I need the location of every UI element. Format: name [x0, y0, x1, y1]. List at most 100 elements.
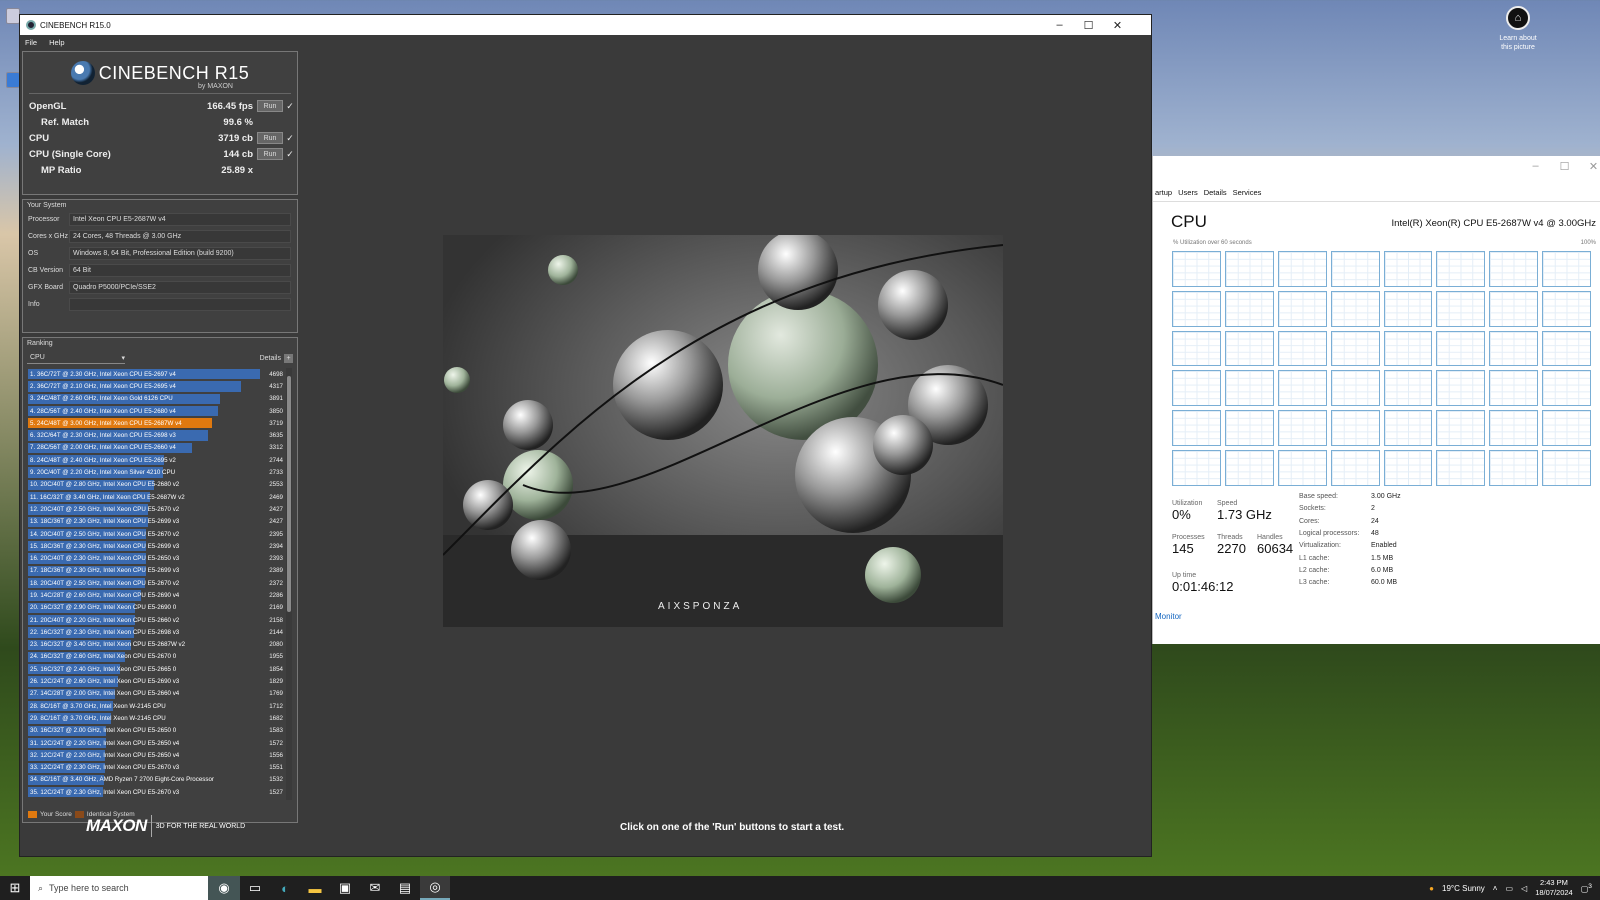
ranking-name: 20. 16C/32T @ 2.90 GHz, Intel Xeon CPU E…	[30, 604, 177, 612]
core-graph	[1489, 251, 1539, 287]
spec-row: Base speed: 3.00 GHz	[1299, 493, 1449, 500]
ranking-row[interactable]: 24. 16C/32T @ 2.60 GHz, Intel Xeon CPU E…	[28, 651, 283, 663]
ranking-row[interactable]: 5. 24C/48T @ 3.00 GHz, Intel Xeon CPU E5…	[28, 417, 283, 429]
uptime-stat: Up time 0:01:46:12	[1172, 572, 1233, 594]
ranking-row[interactable]: 25. 16C/32T @ 2.40 GHz, Intel Xeon CPU E…	[28, 663, 283, 675]
ranking-select[interactable]: CPU ▾	[27, 353, 125, 364]
desktop-icon-app[interactable]	[6, 72, 20, 88]
core-graph	[1489, 410, 1539, 447]
ranking-row[interactable]: 22. 16C/32T @ 2.30 GHz, Intel Xeon CPU E…	[28, 626, 283, 638]
menu-help[interactable]: Help	[49, 38, 64, 47]
network-icon[interactable]: ▭	[1505, 884, 1513, 893]
spec-key: L3 cache:	[1299, 579, 1330, 587]
ranking-row[interactable]: 1. 36C/72T @ 2.30 GHz, Intel Xeon CPU E5…	[28, 368, 283, 380]
ranking-row[interactable]: 33. 12C/24T @ 2.30 GHz, Intel Xeon CPU E…	[28, 762, 283, 774]
ranking-row[interactable]: 13. 18C/36T @ 2.30 GHz, Intel Xeon CPU E…	[28, 516, 283, 528]
ranking-row[interactable]: 18. 20C/40T @ 2.50 GHz, Intel Xeon CPU E…	[28, 577, 283, 589]
ranking-row[interactable]: 19. 14C/28T @ 2.60 GHz, Intel Xeon CPU E…	[28, 589, 283, 601]
handles-value: 60634	[1257, 541, 1294, 556]
search-highlight-icon[interactable]: ◉	[208, 876, 240, 900]
ranking-row[interactable]: 12. 20C/40T @ 2.50 GHz, Intel Xeon CPU E…	[28, 503, 283, 515]
ranking-name: 32. 12C/24T @ 2.20 GHz, Intel Xeon CPU E…	[30, 751, 180, 759]
close-button[interactable]: ✕	[1103, 15, 1132, 35]
notifications-icon[interactable]: ▢3	[1581, 883, 1592, 894]
core-graph	[1330, 370, 1380, 407]
cpu-core-graphs[interactable]	[1172, 251, 1591, 486]
ranking-row[interactable]: 11. 16C/32T @ 3.40 GHz, Intel Xeon CPU E…	[28, 491, 283, 503]
ranking-row[interactable]: 35. 12C/24T @ 2.30 GHz, Intel Xeon CPU E…	[28, 786, 283, 798]
system-row: CB Version 64 Bit	[23, 262, 297, 279]
ranking-row[interactable]: 3. 24C/48T @ 2.60 GHz, Intel Xeon Gold 6…	[28, 393, 283, 405]
ranking-score: 2169	[269, 604, 283, 612]
ranking-row[interactable]: 31. 12C/24T @ 2.20 GHz, Intel Xeon CPU E…	[28, 737, 283, 749]
desktop-icon-recycle-bin[interactable]	[6, 8, 20, 24]
ranking-scrollbar[interactable]	[286, 368, 292, 800]
ranking-row[interactable]: 23. 16C/32T @ 3.40 GHz, Intel Xeon CPU E…	[28, 639, 283, 651]
your-score-swatch	[28, 811, 37, 818]
spec-key: L2 cache:	[1299, 566, 1330, 574]
tm-maximize-button[interactable]: ☐	[1550, 156, 1579, 176]
core-graph	[1383, 410, 1433, 447]
ranking-row[interactable]: 6. 32C/64T @ 2.30 GHz, Intel Xeon CPU E5…	[28, 429, 283, 441]
ranking-name: 34. 8C/16T @ 3.40 GHz, AMD Ryzen 7 2700 …	[30, 776, 214, 784]
ranking-list: 1. 36C/72T @ 2.30 GHz, Intel Xeon CPU E5…	[28, 368, 283, 800]
cpu-single-run-button[interactable]: Run	[257, 148, 283, 160]
ranking-row[interactable]: 7. 28C/56T @ 2.00 GHz, Intel Xeon CPU E5…	[28, 442, 283, 454]
ranking-row[interactable]: 32. 12C/24T @ 2.20 GHz, Intel Xeon CPU E…	[28, 749, 283, 761]
minimize-button[interactable]: –	[1045, 15, 1074, 35]
ranking-row[interactable]: 8. 24C/48T @ 2.40 GHz, Intel Xeon CPU E5…	[28, 454, 283, 466]
clock[interactable]: 2:43 PM 18/07/2024	[1535, 878, 1573, 898]
task-view-icon[interactable]: ▭	[240, 876, 270, 900]
cinebench-titlebar[interactable]: CINEBENCH R15.0 – ☐ ✕	[20, 15, 1151, 35]
start-button[interactable]: ⊞	[0, 876, 30, 900]
ranking-score: 2286	[269, 591, 283, 599]
ranking-row[interactable]: 26. 12C/24T @ 2.60 GHz, Intel Xeon CPU E…	[28, 675, 283, 687]
check-icon: ✓	[286, 100, 294, 111]
details-button[interactable]: Details +	[260, 353, 293, 363]
tab-details[interactable]: Details	[1204, 188, 1227, 201]
ranking-row[interactable]: 4. 28C/56T @ 2.40 GHz, Intel Xeon CPU E5…	[28, 405, 283, 417]
maximize-button[interactable]: ☐	[1074, 15, 1103, 35]
cpu-run-button[interactable]: Run	[257, 132, 283, 144]
ranking-row[interactable]: 21. 20C/40T @ 2.20 GHz, Intel Xeon CPU E…	[28, 614, 283, 626]
ranking-row[interactable]: 15. 18C/36T @ 2.30 GHz, Intel Xeon CPU E…	[28, 540, 283, 552]
core-graph	[1224, 370, 1274, 407]
cinebench-taskbar-icon[interactable]: ◎	[420, 876, 450, 900]
ranking-row[interactable]: 20. 16C/32T @ 2.90 GHz, Intel Xeon CPU E…	[28, 602, 283, 614]
ranking-row[interactable]: 28. 8C/16T @ 3.70 GHz, Intel Xeon W-2145…	[28, 700, 283, 712]
opengl-run-button[interactable]: Run	[257, 100, 283, 112]
ranking-row[interactable]: 17. 18C/36T @ 2.30 GHz, Intel Xeon CPU E…	[28, 565, 283, 577]
volume-icon[interactable]: ◁	[1521, 884, 1527, 893]
ranking-row[interactable]: 9. 20C/40T @ 2.20 GHz, Intel Xeon Silver…	[28, 466, 283, 478]
taskbar-search[interactable]: ⌕ Type here to search	[30, 876, 208, 900]
scrollbar-thumb[interactable]	[287, 376, 291, 612]
ranking-row[interactable]: 16. 20C/40T @ 2.30 GHz, Intel Xeon CPU E…	[28, 552, 283, 564]
ranking-row[interactable]: 29. 8C/16T @ 3.70 GHz, Intel Xeon W-2145…	[28, 712, 283, 724]
resource-monitor-link[interactable]: Monitor	[1155, 612, 1182, 621]
ranking-name: 17. 18C/36T @ 2.30 GHz, Intel Xeon CPU E…	[30, 567, 180, 575]
ranking-row[interactable]: 30. 16C/32T @ 2.00 GHz, Intel Xeon CPU E…	[28, 725, 283, 737]
learn-about-picture[interactable]: ⌂ Learn about this picture	[1490, 6, 1546, 52]
ranking-row[interactable]: 14. 20C/40T @ 2.50 GHz, Intel Xeon CPU E…	[28, 528, 283, 540]
ranking-row[interactable]: 27. 14C/28T @ 2.00 GHz, Intel Xeon CPU E…	[28, 688, 283, 700]
ranking-panel: Ranking CPU ▾ Details + 1. 36C/72T @ 2.3…	[22, 337, 298, 823]
your-system-panel: Your System Processor Intel Xeon CPU E5-2…	[22, 199, 298, 333]
ranking-row[interactable]: 34. 8C/16T @ 3.40 GHz, AMD Ryzen 7 2700 …	[28, 774, 283, 786]
tm-minimize-button[interactable]: –	[1521, 156, 1550, 176]
tab-startup[interactable]: artup	[1155, 188, 1172, 201]
menu-file[interactable]: File	[25, 38, 37, 47]
core-graph	[1277, 450, 1327, 486]
store-icon[interactable]: ▣	[330, 876, 360, 900]
tab-users[interactable]: Users	[1178, 188, 1198, 201]
edge-icon[interactable]: ◐	[270, 876, 300, 900]
ranking-row[interactable]: 10. 20C/40T @ 2.80 GHz, Intel Xeon CPU E…	[28, 479, 283, 491]
tab-services[interactable]: Services	[1233, 188, 1262, 201]
ranking-row[interactable]: 2. 36C/72T @ 2.10 GHz, Intel Xeon CPU E5…	[28, 380, 283, 392]
file-explorer-icon[interactable]: ▬	[300, 876, 330, 900]
app-icon[interactable]: ▤	[390, 876, 420, 900]
mail-icon[interactable]: ✉	[360, 876, 390, 900]
system-row: GFX Board Quadro P5000/PCIe/SSE2	[23, 279, 297, 296]
tm-close-button[interactable]: ✕	[1579, 156, 1600, 176]
weather-text[interactable]: 19°C Sunny	[1442, 884, 1485, 893]
chevron-up-icon[interactable]: ˄	[1493, 884, 1498, 893]
